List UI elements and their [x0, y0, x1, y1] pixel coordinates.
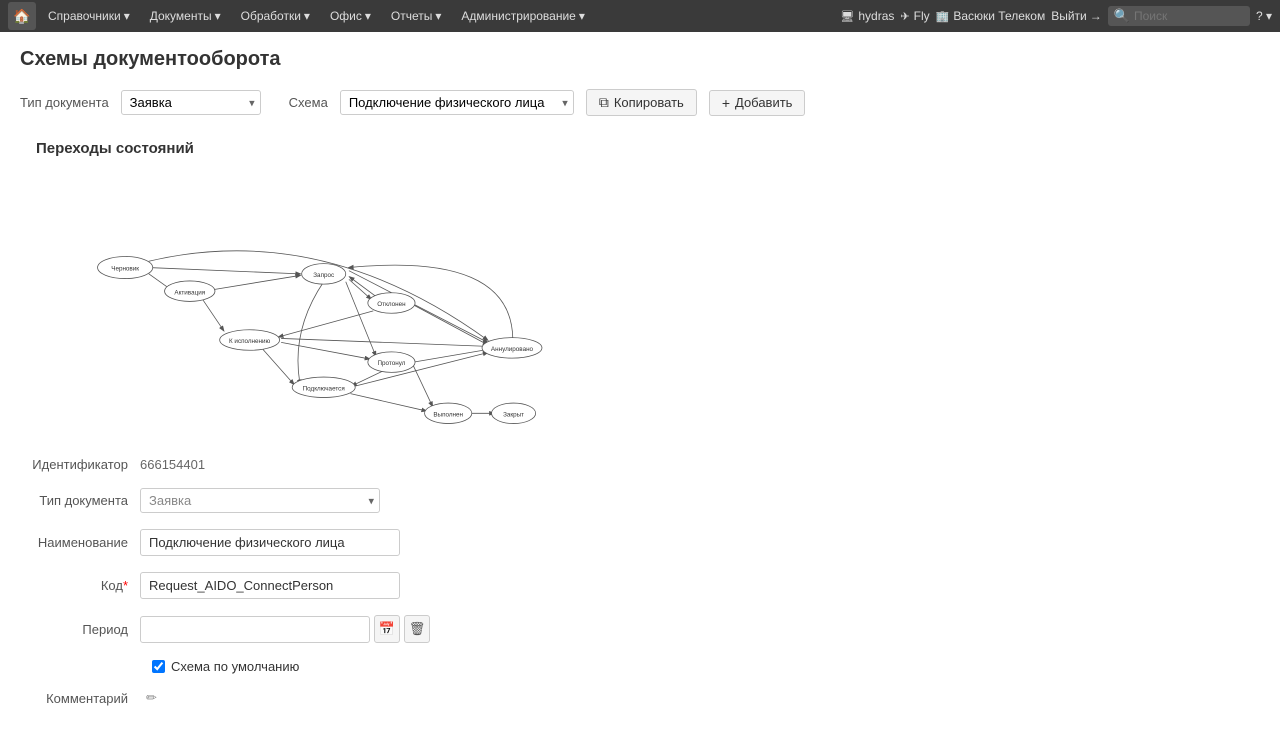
default-schema-row: Схема по умолчанию [152, 659, 1260, 674]
chevron-down-icon: ▾ [1266, 9, 1272, 23]
home-button[interactable]: 🏠 [8, 2, 36, 30]
svg-text:Отклонен: Отклонен [377, 301, 406, 308]
svg-text:Выполнен: Выполнен [433, 411, 463, 418]
code-row: Код [20, 572, 1260, 599]
form-section: Идентификатор 666154401 Тип документа За… [20, 457, 1260, 706]
nav-item-obrabotki[interactable]: Обработки ▾ [233, 5, 318, 27]
transitions-title: Переходы состояний [36, 140, 1260, 157]
doc-type-label: Тип документа [20, 95, 109, 110]
svg-text:Активация: Активация [174, 289, 205, 296]
calendar-icon-button[interactable]: 📅 [374, 615, 400, 643]
form-doc-type-row: Тип документа Заявка [20, 488, 1260, 513]
svg-text:Аннулировано: Аннулировано [491, 346, 534, 353]
period-label: Период [20, 622, 140, 637]
svg-text:Запрос: Запрос [313, 272, 334, 279]
comment-row: Комментарий ✏ [20, 690, 1260, 706]
chevron-down-icon: ▾ [124, 9, 130, 23]
svg-text:Подключается: Подключается [303, 385, 345, 392]
code-label: Код [20, 578, 140, 593]
help-button[interactable]: ? ▾ [1256, 9, 1272, 23]
nav-item-administrirovanie[interactable]: Администрирование ▾ [453, 5, 592, 27]
search-icon: 🔍 [1114, 8, 1130, 24]
nav-item-otchety[interactable]: Отчеты ▾ [383, 5, 450, 27]
period-row: Период 📅 🗑 [20, 615, 1260, 643]
exit-button[interactable]: Выйти → [1051, 9, 1102, 23]
default-schema-checkbox[interactable] [152, 660, 165, 673]
nav-hydras[interactable]: 🖥 hydras [840, 9, 894, 23]
exit-icon: → [1090, 9, 1102, 23]
name-label: Наименование [20, 535, 140, 550]
nav-item-dokumenty[interactable]: Документы ▾ [142, 5, 229, 27]
search-input[interactable] [1134, 9, 1244, 23]
schema-label: Схема [289, 95, 328, 110]
svg-text:Закрыт: Закрыт [503, 411, 524, 418]
svg-text:Протонул: Протонул [378, 360, 406, 367]
schema-select-wrapper[interactable]: Подключение физического лица [340, 90, 574, 115]
nav-item-spravochniki[interactable]: Справочники ▾ [40, 5, 138, 27]
toolbar: Тип документа Заявка Схема Подключение ф… [20, 89, 1260, 116]
copy-icon: ⧉ [599, 94, 609, 111]
nav-item-ofis[interactable]: Офис ▾ [322, 5, 379, 27]
doc-type-select[interactable]: Заявка [121, 90, 261, 115]
svg-text:Черновик: Черновик [111, 266, 139, 273]
default-schema-label[interactable]: Схема по умолчанию [171, 659, 299, 674]
page-title: Схемы документооборота [20, 48, 1260, 71]
page-content: Схемы документооборота Тип документа Зая… [0, 32, 1280, 738]
period-input[interactable] [140, 616, 370, 643]
name-row: Наименование [20, 529, 1260, 556]
code-input[interactable] [140, 572, 400, 599]
chevron-down-icon: ▾ [215, 9, 221, 23]
chevron-down-icon: ▾ [304, 9, 310, 23]
add-button[interactable]: + Добавить [709, 90, 806, 116]
nav-fly[interactable]: ✈ Fly [900, 9, 929, 23]
id-label: Идентификатор [20, 457, 140, 472]
chevron-down-icon: ▾ [365, 9, 371, 23]
state-diagram: Черновик Активация Запрос Отклонен К исп… [20, 173, 640, 433]
name-input[interactable] [140, 529, 400, 556]
doc-type-select-wrapper[interactable]: Заявка [121, 90, 261, 115]
nav-company[interactable]: 🏢 Васюки Телеком [936, 9, 1046, 23]
form-doc-type-select-wrapper[interactable]: Заявка [140, 488, 380, 513]
search-box[interactable]: 🔍 [1108, 6, 1250, 26]
id-value: 666154401 [140, 457, 205, 472]
copy-button[interactable]: ⧉ Копировать [586, 89, 697, 116]
form-doc-type-select[interactable]: Заявка [140, 488, 380, 513]
chevron-down-icon: ▾ [435, 9, 441, 23]
form-doc-type-label: Тип документа [20, 493, 140, 508]
edit-comment-icon[interactable]: ✏ [146, 690, 157, 706]
topnav: 🏠 Справочники ▾ Документы ▾ Обработки ▾ … [0, 0, 1280, 32]
clear-period-button[interactable]: 🗑 [404, 615, 430, 643]
comment-label: Комментарий [20, 691, 140, 706]
schema-select[interactable]: Подключение физического лица [340, 90, 574, 115]
chevron-down-icon: ▾ [579, 9, 585, 23]
add-icon: + [722, 95, 730, 111]
id-row: Идентификатор 666154401 [20, 457, 1260, 472]
svg-text:К исполнению: К исполнению [229, 338, 271, 345]
period-controls: 📅 🗑 [140, 615, 430, 643]
